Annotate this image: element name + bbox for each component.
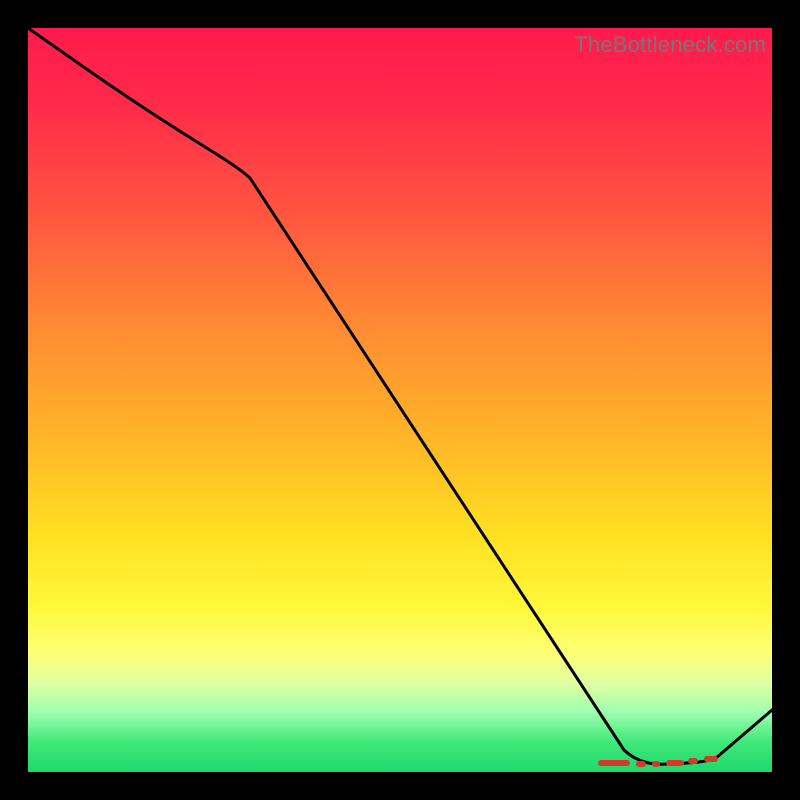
plot-area: TheBottleneck.com: [28, 28, 772, 772]
chart-frame: TheBottleneck.com: [0, 0, 800, 800]
bottleneck-curve: [28, 28, 772, 772]
